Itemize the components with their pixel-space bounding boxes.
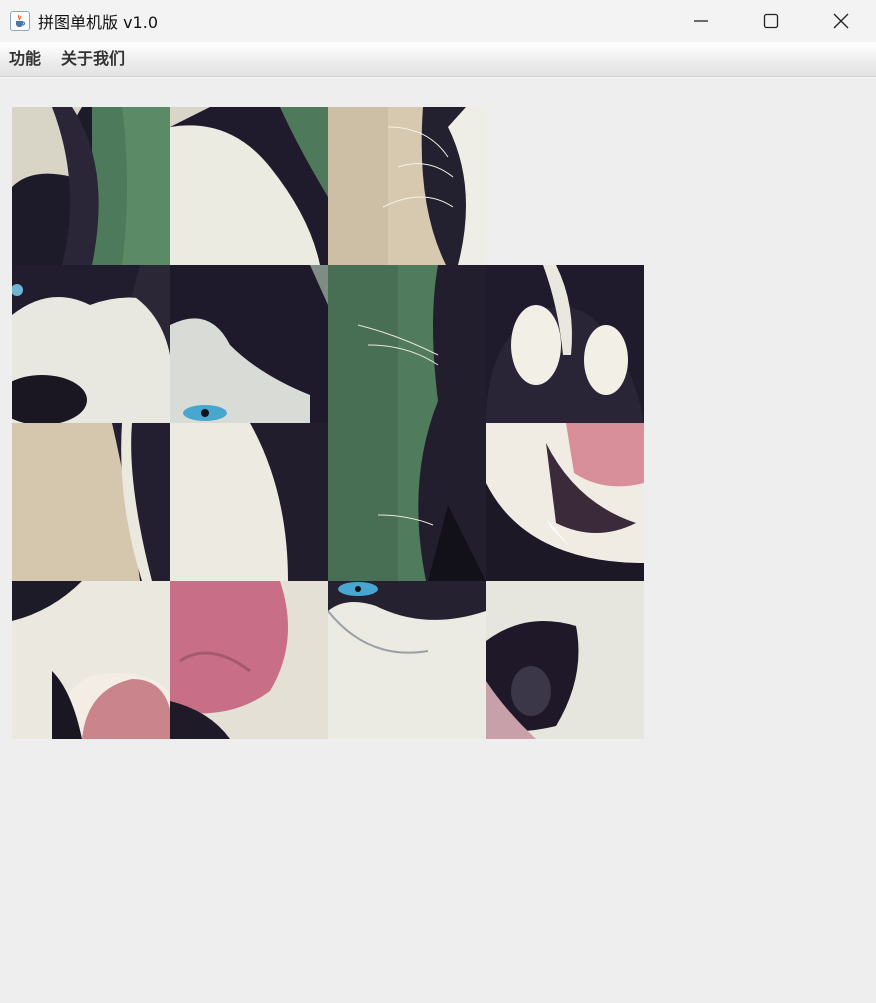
minimize-button[interactable] [666,0,736,42]
close-icon [833,13,849,29]
puzzle-tile[interactable] [170,581,328,739]
puzzle-tile[interactable] [486,581,644,739]
puzzle-tile[interactable] [170,265,328,423]
window-controls [666,0,876,42]
minimize-icon [694,20,708,22]
puzzle-tile[interactable] [12,107,170,265]
app-window: 拼图单机版 v1.0 功能 关于我们 [0,0,876,1003]
puzzle-tile[interactable] [486,423,644,581]
puzzle-tile[interactable] [12,581,170,739]
menu-function[interactable]: 功能 [0,42,51,76]
menu-divider [0,77,876,78]
puzzle-board[interactable] [12,107,644,739]
menu-bar: 功能 关于我们 [0,42,876,77]
close-button[interactable] [806,0,876,42]
puzzle-tile[interactable] [328,107,486,265]
title-bar[interactable]: 拼图单机版 v1.0 [0,0,876,42]
puzzle-tile[interactable] [170,423,328,581]
puzzle-tile[interactable] [12,265,170,423]
puzzle-tile[interactable] [328,581,486,739]
menu-about-us[interactable]: 关于我们 [51,42,135,76]
puzzle-tile[interactable] [12,423,170,581]
window-title: 拼图单机版 v1.0 [38,13,159,32]
puzzle-tile[interactable] [486,265,644,423]
maximize-icon [763,13,779,29]
maximize-button[interactable] [736,0,806,42]
puzzle-tile[interactable] [170,107,328,265]
java-cup-icon [10,11,30,31]
puzzle-tile[interactable] [328,265,486,581]
